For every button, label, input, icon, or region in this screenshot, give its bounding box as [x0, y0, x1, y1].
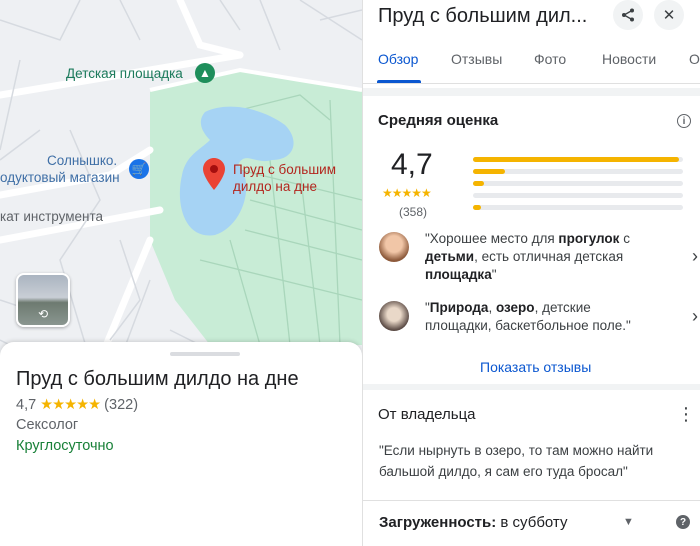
help-icon[interactable]: ?: [676, 515, 690, 529]
street-view-rotate-icon: ⟲: [37, 307, 49, 321]
playground-label[interactable]: Детская площадка: [66, 66, 183, 81]
close-icon: ✕: [662, 7, 676, 24]
map-view[interactable]: Детская площадка ▲ Солнышко. одуктовый м…: [0, 0, 362, 360]
show-reviews-link[interactable]: Показать отзывы: [480, 359, 591, 375]
more-vert-icon[interactable]: ⋮: [677, 405, 695, 423]
average-stars-icon: ★★★★★: [382, 186, 432, 200]
rating-value: 4,7: [16, 397, 37, 413]
average-rating-value: 4,7: [391, 148, 433, 181]
total-review-count: (358): [399, 205, 428, 219]
tab-overview[interactable]: Обзор: [378, 51, 418, 67]
rating-bar-2: [473, 193, 683, 198]
section-separator: [363, 88, 700, 96]
share-icon: [622, 8, 634, 22]
street-view-thumbnail[interactable]: ⟲: [16, 273, 70, 327]
shop-label-line1[interactable]: Солнышко.: [47, 153, 117, 168]
tab-news[interactable]: Новости: [602, 51, 656, 67]
chevron-right-icon[interactable]: ›: [692, 246, 698, 267]
tab-reviews[interactable]: Отзывы: [451, 51, 502, 67]
cart-icon[interactable]: 🛒: [129, 159, 149, 179]
rating-bar-fill: [473, 157, 679, 162]
rating-heading: Средняя оценка: [378, 112, 499, 129]
place-title: Пруд с большим дилдо на дне: [16, 368, 299, 390]
active-tab-indicator: [377, 80, 421, 83]
rating-bar-5: [473, 157, 683, 162]
tab-about[interactable]: О: [689, 51, 700, 67]
info-icon[interactable]: i: [677, 114, 691, 128]
place-rating-row: 4,7 ★★★★★ (322): [16, 397, 138, 413]
owner-heading: От владельца: [378, 406, 476, 423]
opening-hours: Круглосуточно: [16, 438, 114, 454]
popular-times-day: в субботу: [496, 514, 568, 531]
rating-bar-fill: [473, 205, 482, 210]
tab-photos[interactable]: Фото: [534, 51, 566, 67]
sheet-drag-handle[interactable]: [170, 352, 240, 356]
tree-icon[interactable]: ▲: [195, 63, 215, 83]
place-category: Сексолог: [16, 417, 79, 433]
tab-bar: Обзор Отзывы Фото Новости О: [363, 48, 700, 84]
owner-description: "Если нырнуть в озеро, то там можно найт…: [379, 443, 654, 479]
rating-stars-icon: ★★★★★: [40, 397, 101, 413]
divider: [363, 500, 700, 501]
rating-bar-3: [473, 181, 683, 186]
popular-times-row[interactable]: Загруженность: в субботу: [379, 514, 567, 531]
chevron-right-icon[interactable]: ›: [692, 306, 698, 327]
close-button[interactable]: ✕: [654, 0, 684, 30]
share-button[interactable]: [613, 0, 643, 30]
place-details-panel: Пруд с большим дил... ✕ Обзор Отзывы Фот…: [363, 0, 700, 546]
rating-bar-1: [473, 205, 683, 210]
shop-label-line2[interactable]: одуктовый магазин: [0, 170, 120, 185]
rating-count: (322): [104, 397, 139, 413]
pond-pin-label[interactable]: Пруд с большим дилдо на дне: [233, 161, 362, 195]
section-separator: [363, 384, 700, 390]
popular-times-label: Загруженность:: [379, 514, 497, 531]
place-bottom-sheet[interactable]: Пруд с большим дилдо на дне 4,7 ★★★★★ (3…: [0, 342, 362, 546]
rating-bar-fill: [473, 169, 505, 174]
review-quote: "Хорошее место для прогулок с детьми, ес…: [425, 231, 630, 282]
review-quote: "Природа, озеро, детские площадки, баске…: [425, 300, 631, 333]
tools-label[interactable]: кат инструмента: [0, 209, 103, 224]
rating-bar-fill: [473, 181, 484, 186]
panel-title: Пруд с большим дил...: [378, 5, 588, 27]
avatar: [379, 301, 409, 331]
dropdown-caret-icon[interactable]: ▼: [623, 516, 634, 528]
rating-bar-4: [473, 169, 683, 174]
avatar: [379, 232, 409, 262]
